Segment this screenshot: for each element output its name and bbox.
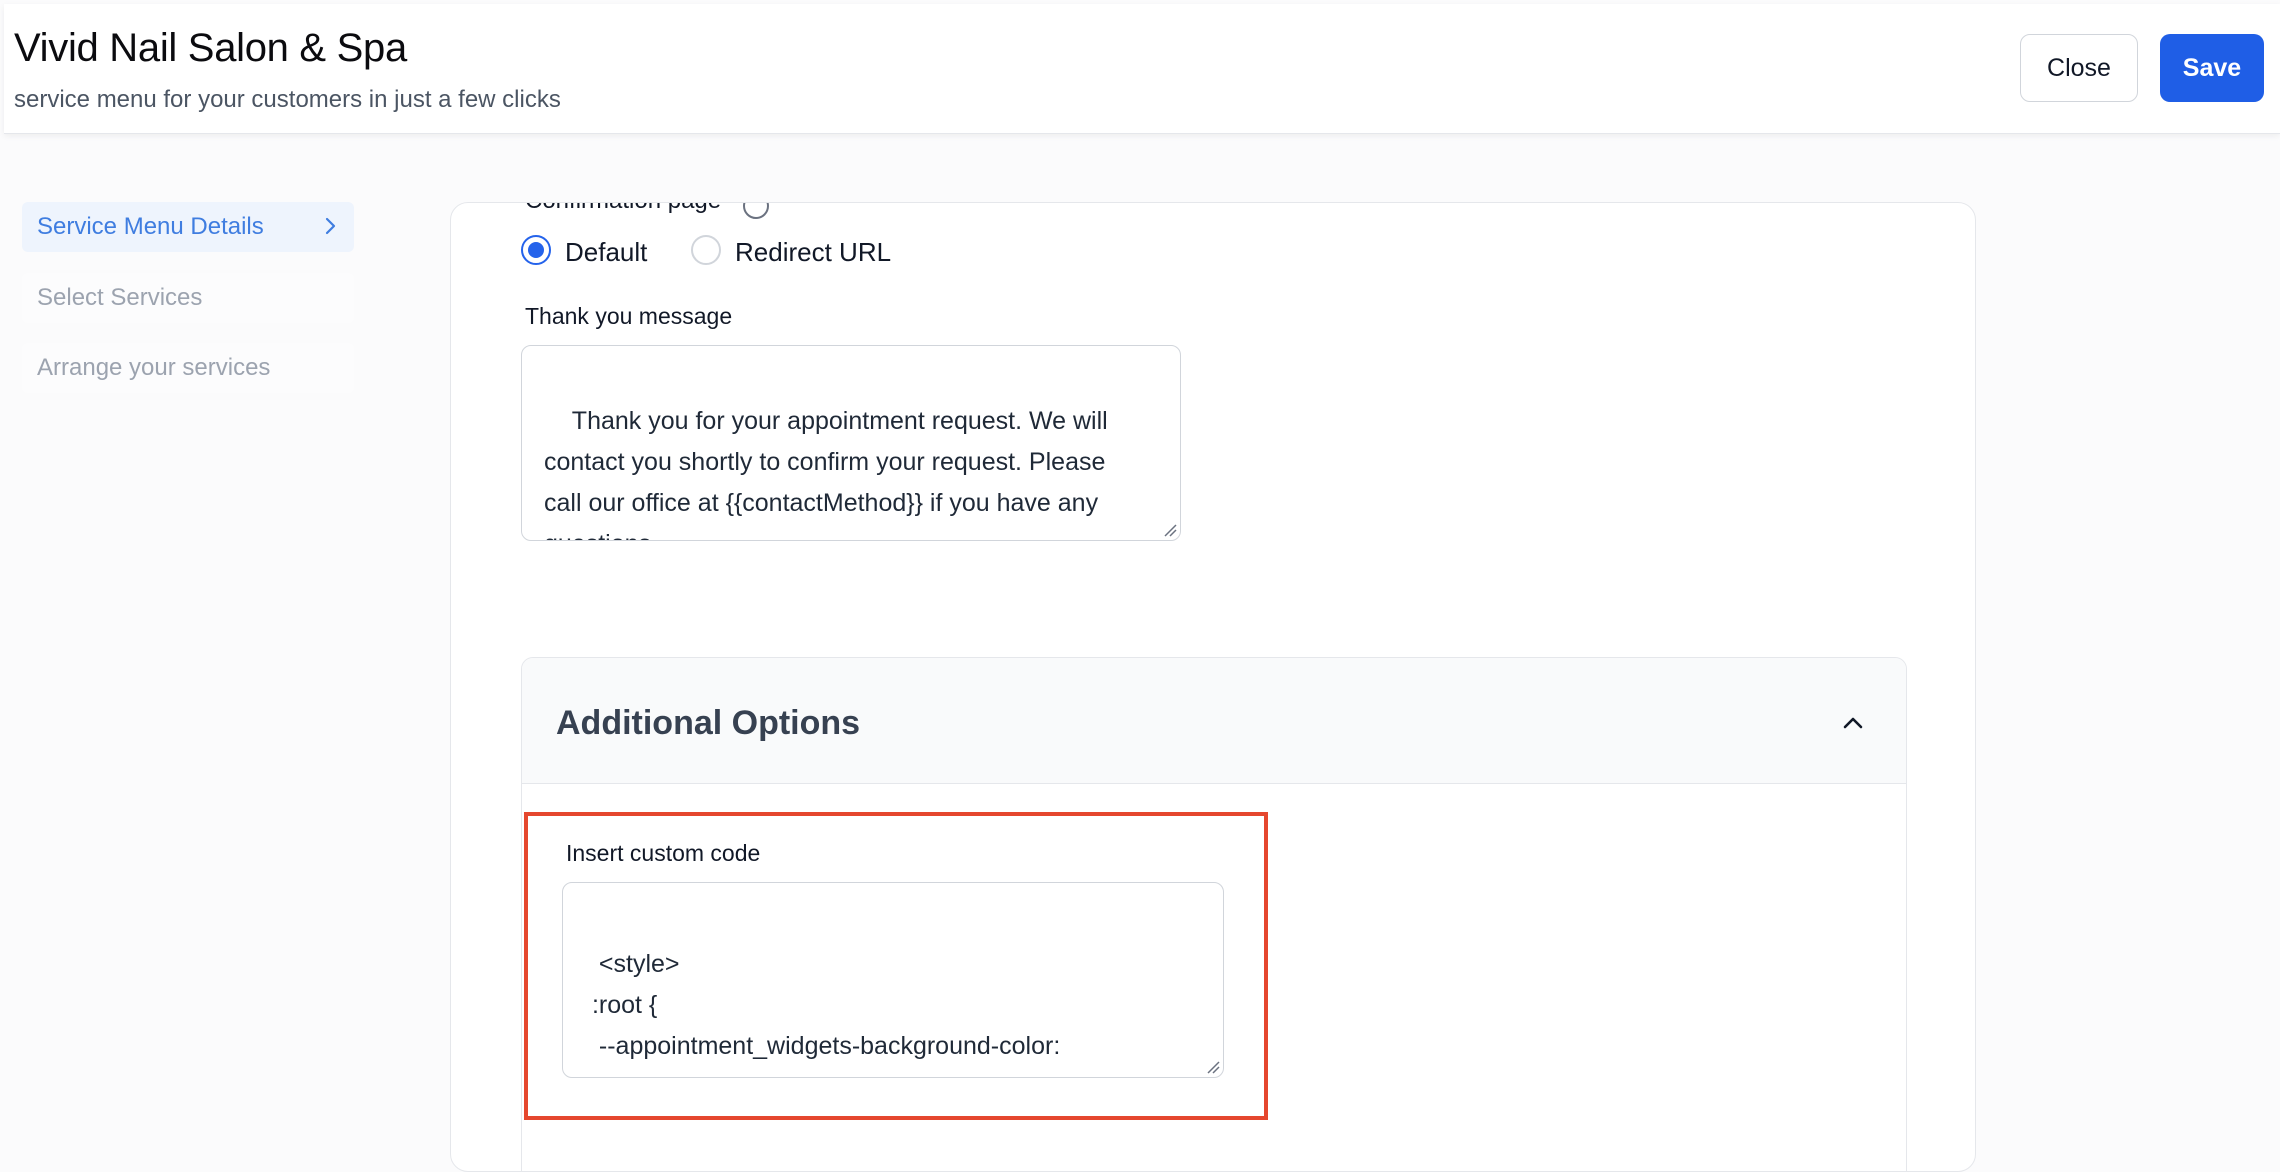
redirect-url-radio[interactable]: [691, 235, 721, 265]
top-header: Vivid Nail Salon & Spa service menu for …: [4, 4, 2280, 134]
sidebar-item-service-menu-details[interactable]: Service Menu Details: [22, 202, 354, 252]
thank-you-message-text: Thank you for your appointment request. …: [544, 407, 1108, 540]
thank-you-message-textarea[interactable]: Thank you for your appointment request. …: [521, 345, 1181, 541]
sidebar-item-label: Select Services: [37, 284, 203, 311]
save-button[interactable]: Save: [2160, 34, 2264, 102]
thank-you-message-label: Thank you message: [525, 303, 733, 329]
chevron-up-icon[interactable]: [1840, 710, 1866, 736]
sidebar-item-label: Arrange your services: [37, 354, 271, 381]
default-radio[interactable]: [521, 235, 551, 265]
additional-options-header[interactable]: Additional Options: [522, 658, 1906, 784]
custom-code-textarea[interactable]: <style> :root { --appointment_widgets-ba…: [562, 882, 1224, 1078]
info-icon[interactable]: [743, 203, 769, 219]
close-button[interactable]: Close: [2020, 34, 2138, 102]
default-radio-label[interactable]: Default: [565, 237, 647, 268]
resize-handle-icon[interactable]: [1163, 523, 1177, 537]
chevron-right-icon: [325, 217, 336, 235]
confirmation-page-label: Confirmation page: [525, 203, 721, 215]
redirect-url-radio-label[interactable]: Redirect URL: [735, 237, 891, 268]
sidebar-item-label: Service Menu Details: [37, 213, 264, 240]
page-title: Vivid Nail Salon & Spa: [14, 26, 407, 70]
insert-custom-code-label: Insert custom code: [566, 840, 761, 866]
page-subtitle: service menu for your customers in just …: [14, 86, 561, 113]
additional-options-title: Additional Options: [556, 704, 861, 742]
resize-handle-icon[interactable]: [1206, 1060, 1220, 1074]
custom-code-text: <style> :root { --appointment_widgets-ba…: [585, 950, 1061, 1077]
sidebar-item-arrange-services[interactable]: Arrange your services: [22, 343, 354, 393]
sidebar-item-select-services[interactable]: Select Services: [22, 273, 354, 323]
